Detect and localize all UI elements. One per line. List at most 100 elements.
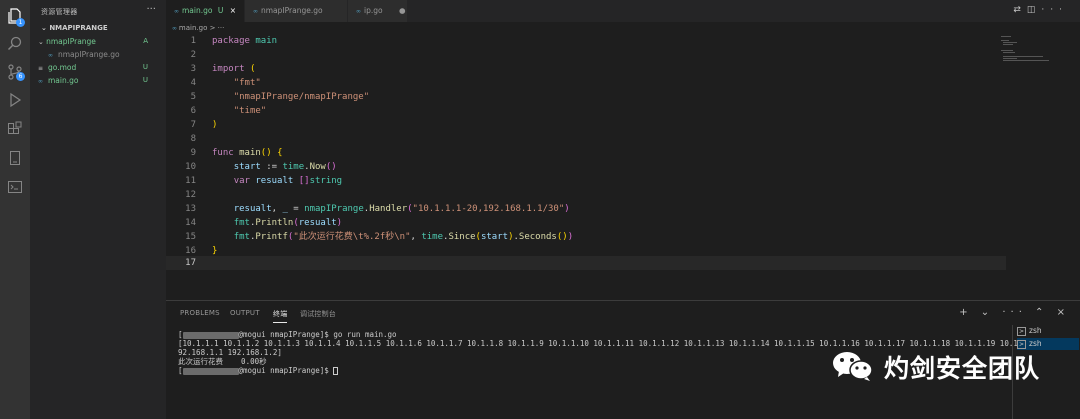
code-editor[interactable]: 1 package main 2 3 import ( 4 "fmt" 5 "nma… [166, 34, 1080, 300]
code-line-current: 17 [166, 256, 1006, 270]
search-icon[interactable] [7, 36, 23, 52]
more-actions-icon[interactable]: ··· [1041, 5, 1068, 15]
code-line: 13 resualt, _ = nmapIPrange.Handler("10.… [166, 202, 1006, 216]
line-number: 11 [185, 176, 196, 186]
code-line: 5 "nmapIPrange/nmapIPrange" [166, 90, 1006, 104]
close-icon[interactable]: × [230, 6, 236, 15]
tab-label: main.go [182, 6, 213, 15]
extensions-icon[interactable] [7, 121, 23, 137]
editor-actions: ⇄◫··· [1013, 5, 1068, 15]
run-debug-icon[interactable] [7, 92, 23, 108]
more-actions-icon[interactable]: ··· [146, 4, 156, 15]
breadcrumb-path: main.go > ··· [178, 24, 225, 32]
tab-label: ip.go [364, 6, 383, 15]
sidebar-item-file[interactable]: ∞ nmapIPrange.go [48, 48, 158, 61]
git-status: U [217, 6, 224, 15]
terminal-line: [@mogui nmapIPrange]$ go run main.go [178, 330, 397, 339]
tab-output[interactable]: OUTPUT [230, 309, 260, 317]
code-text: start := time.Now() [233, 162, 337, 172]
terminal-icon: > [1017, 327, 1027, 336]
line-number: 3 [190, 64, 196, 74]
remote-explorer-icon[interactable] [7, 150, 23, 166]
line-number: 2 [190, 50, 196, 60]
compare-icon[interactable]: ⇄ [1013, 5, 1027, 15]
split-editor-icon[interactable]: ◫ [1027, 5, 1042, 15]
code-text: fmt.Println(resualt) [233, 218, 343, 228]
code-text: func main() { [212, 148, 283, 158]
go-file-icon: ∞ [174, 8, 179, 15]
terminal-text: @mogui nmapIPrange]$ [238, 366, 334, 375]
line-number: 4 [190, 78, 196, 88]
code-text: fmt.Printf("此次运行花费\t%.2f秒\n", time.Since… [233, 232, 574, 242]
terminal-instance[interactable]: > zsh [1017, 325, 1042, 337]
sidebar-item-label: go.mod [48, 63, 77, 72]
code-line: 1 package main [166, 34, 1006, 48]
code-line: 7) [166, 118, 1006, 132]
code-text: ) [212, 120, 218, 130]
code-text: import ( [212, 64, 256, 74]
line-number: 10 [185, 162, 196, 172]
tab-debug-console[interactable]: 调试控制台 [300, 309, 336, 319]
line-number: 15 [185, 232, 196, 242]
tab-problems[interactable]: PROBLEMS [180, 309, 220, 317]
line-number: 7 [190, 120, 196, 130]
source-control-icon[interactable]: 6 [7, 64, 25, 81]
code-line: 11 var resualt []string [166, 174, 1006, 188]
terminal-line: [10.1.1.1 10.1.1.2 10.1.1.3 10.1.1.4 10.… [178, 339, 1050, 348]
activity-bar: 1 6 [0, 0, 30, 419]
line-number: 17 [185, 258, 196, 268]
code-text: "time" [233, 106, 267, 116]
unsaved-dot-icon[interactable]: ● [399, 6, 406, 15]
code-line: 6 "time" [166, 104, 1006, 118]
terminal-line: 92.168.1.1 192.168.1.2] [178, 348, 282, 357]
git-status: A [143, 37, 148, 45]
line-number: 6 [190, 106, 196, 116]
minimap[interactable] [997, 34, 1067, 64]
tab-label: nmapIPrange.go [261, 6, 323, 15]
terminal-name: zsh [1029, 326, 1042, 335]
code-text: "fmt" [233, 78, 261, 88]
terminal-line: 此次运行花费 0.00秒 [178, 357, 267, 366]
terminal-cursor [333, 367, 339, 375]
redacted-username [182, 331, 239, 339]
sidebar-item-label: main.go [48, 76, 79, 85]
tab-main-go[interactable]: ∞ main.go U × [166, 0, 245, 22]
sidebar-item-folder[interactable]: ⌄ nmapIPrange A [38, 35, 158, 48]
tab-nmapiprange-go[interactable]: ∞ nmapIPrange.go [245, 0, 348, 22]
redacted-username [182, 367, 239, 375]
terminal-icon[interactable] [7, 179, 23, 195]
sidebar-item-file[interactable]: ≡ go.mod U [38, 61, 158, 74]
code-line: 14 fmt.Println(resualt) [166, 216, 1006, 230]
editor-tab-bar: ∞ main.go U × ∞ nmapIPrange.go ∞ ip.go ● ⇄◫… [166, 0, 1080, 22]
explorer-icon[interactable]: 1 [7, 8, 25, 27]
code-line: 12 [166, 188, 1006, 202]
watermark-text: 灼剑安全团队 [884, 354, 1041, 383]
explorer-sidebar: 资源管理器 ··· ⌄ NMAPIPRANGE ⌄ nmapIPrange A … [30, 0, 166, 419]
breadcrumb[interactable]: ∞ main.go > ··· [172, 22, 224, 34]
terminal-text: @mogui nmapIPrange]$ go run main.go [238, 330, 397, 339]
panel-actions[interactable]: + ⌄ ··· ⌃ × [959, 307, 1070, 318]
line-number: 8 [190, 134, 196, 144]
sidebar-item-label: nmapIPrange.go [58, 50, 120, 59]
git-status: U [142, 63, 148, 71]
code-text: var resualt []string [233, 176, 343, 186]
code-text: resualt, _ = nmapIPrange.Handler("10.1.1… [233, 204, 570, 214]
code-line: 8 [166, 132, 1006, 146]
sidebar-item-file[interactable]: ∞ main.go U [38, 74, 158, 87]
line-number: 14 [185, 218, 196, 228]
sidebar-title: 资源管理器 [41, 8, 78, 16]
sidebar-item-label: nmapIPrange [46, 37, 96, 46]
go-file-icon: ∞ [172, 25, 179, 32]
tab-terminal[interactable]: 终端 [273, 309, 288, 323]
line-number: 9 [190, 148, 196, 158]
terminal-name: zsh [1029, 339, 1042, 348]
wechat-logo-icon [833, 352, 873, 381]
line-number: 12 [185, 190, 196, 200]
tab-ip-go[interactable]: ∞ ip.go ● [348, 0, 408, 22]
line-number: 1 [190, 36, 196, 46]
code-line: 3 import ( [166, 62, 1006, 76]
workspace-section[interactable]: ⌄ NMAPIPRANGE [41, 24, 108, 32]
terminal-line[interactable]: [@mogui nmapIPrange]$ [178, 366, 339, 375]
code-text: "nmapIPrange/nmapIPrange" [233, 92, 370, 102]
go-file-icon: ∞ [356, 8, 361, 15]
